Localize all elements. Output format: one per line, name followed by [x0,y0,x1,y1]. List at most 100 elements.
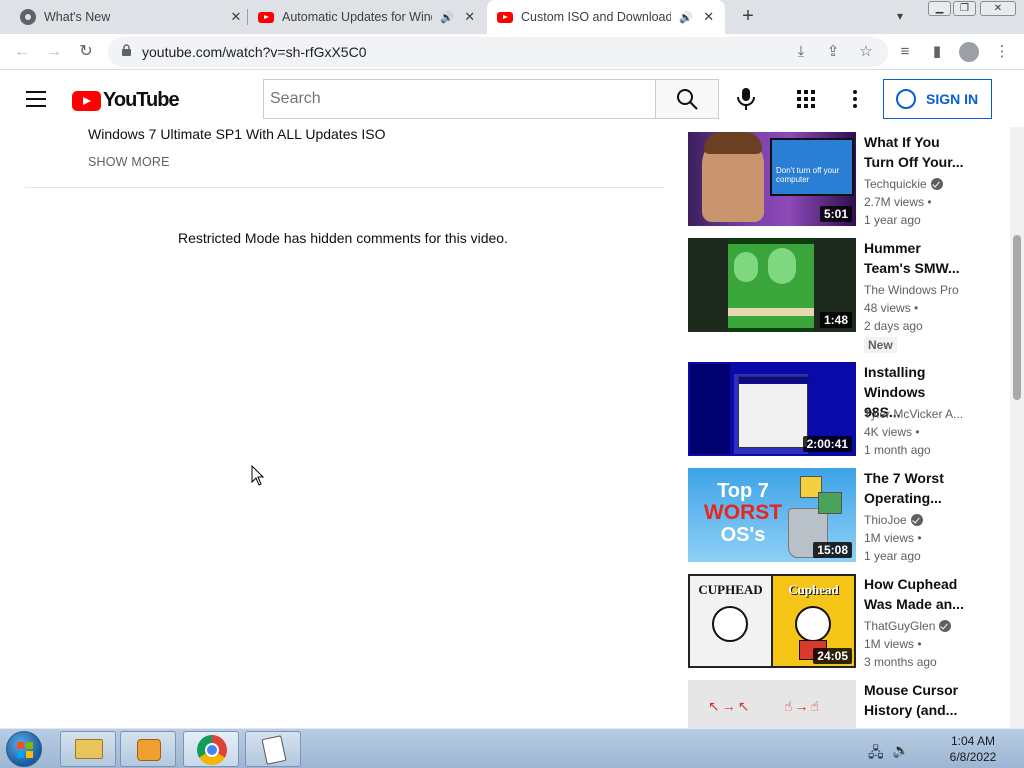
taskbar-media-player[interactable] [120,731,176,767]
taskbar-chrome[interactable] [183,731,239,767]
channel-name[interactable]: ThatGuyGlen [864,619,964,633]
mouse-cursor-icon [251,465,265,486]
settings-menu-icon[interactable] [853,90,857,108]
video-thumbnail[interactable]: 1:48 [688,238,856,332]
new-tab-button[interactable]: + [738,6,758,26]
taskbar-explorer[interactable] [60,731,116,767]
video-duration: 15:08 [813,542,852,558]
search-input[interactable] [263,79,656,119]
upload-age: 1 year ago [864,549,921,563]
thumbnail-panel [688,238,728,332]
thumbnail-setup-window [738,376,809,448]
channel-name[interactable]: ThioJoe [864,513,964,527]
channel-name[interactable]: Techquickie [864,177,964,191]
tab-label: What's New [44,10,111,24]
tab-automatic-updates[interactable]: Automatic Updates for Wind 🔊 ✕ [248,0,486,34]
card-icon [261,735,287,765]
video-title[interactable]: What If You Turn Off Your... [864,132,964,172]
thumbnail-text-block: Top 7 WORST OS's [698,480,788,546]
speaker-icon[interactable]: 🔊 [679,11,693,24]
video-thumbnail[interactable]: Top 7 WORST OS's 15:08 [688,468,856,562]
tab-custom-iso[interactable]: Custom ISO and Download U 🔊 ✕ [487,0,725,34]
tab-search-chevron-icon[interactable]: ▾ [897,9,903,23]
upload-age: 1 year ago [864,213,921,227]
speaker-icon[interactable]: 🔊 [440,11,454,24]
windows-logo-icon [17,742,33,758]
video-duration: 24:05 [813,648,852,664]
video-thumbnail[interactable]: 2:00:41 [688,362,856,456]
recommendation-item[interactable]: 2:00:41 Installing Windows 98S... Tyler … [688,362,968,462]
recommendation-item[interactable]: ↖→↖ ☝→☝ Mouse Cursor History (and... [688,680,968,728]
divider [25,187,665,188]
scrollbar-thumb[interactable] [1013,235,1021,400]
browser-tab-strip: What's New ✕ Automatic Updates for Wind … [0,0,1024,34]
folder-icon [75,739,103,759]
bookmark-star-icon[interactable]: ☆ [857,43,875,61]
close-icon[interactable]: ✕ [701,9,717,25]
start-button[interactable] [6,731,42,767]
video-title[interactable]: Mouse Cursor History (and... [864,680,964,720]
taskbar-solitaire[interactable] [245,731,301,767]
youtube-logo[interactable]: YouTube [72,89,180,112]
channel-label: Techquickie [864,177,927,191]
recommendation-item[interactable]: CUPHEAD Cuphead 24:05 How Cuphead Was Ma… [688,574,968,674]
thumbnail-text: CUPHEAD [698,582,763,597]
show-more-button[interactable]: SHOW MORE [88,155,170,169]
network-icon[interactable]: 🖧 [868,742,884,766]
lock-icon[interactable] [122,44,131,56]
comments-restricted-notice: Restricted Mode has hidden comments for … [178,230,508,246]
sign-in-button[interactable]: SIGN IN [883,79,992,119]
video-title[interactable]: How Cuphead Was Made an... [864,574,964,614]
verified-icon [939,620,952,632]
video-title[interactable]: The 7 Worst Operating... [864,468,964,508]
thumbnail-cup-head [795,606,831,642]
youtube-icon [258,11,274,23]
close-icon[interactable]: ✕ [228,9,244,25]
recommendation-item[interactable]: Don't turn off your computer 5:01 What I… [688,132,968,232]
video-thumbnail[interactable]: CUPHEAD Cuphead 24:05 [688,574,856,668]
search-button[interactable] [655,79,719,119]
share-icon[interactable]: ⇪ [824,43,842,61]
thumbnail-text: OS's [720,524,766,546]
forward-icon[interactable]: → [44,42,64,62]
side-panel-icon[interactable]: ▮ [928,43,946,61]
video-title[interactable]: Hummer Team's SMW... [864,238,964,278]
youtube-play-icon [72,90,101,111]
channel-name[interactable]: Tyler McVicker A... [864,407,964,421]
chrome-icon [197,735,227,765]
channel-label: The Windows Pro [864,283,959,297]
system-clock[interactable]: 1:04 AM 6/8/2022 [940,733,1006,765]
minimize-button[interactable]: ▁ [928,1,951,16]
profile-icon[interactable] [959,42,979,62]
apps-grid-icon[interactable] [797,90,815,108]
thumbnail-sidebar [690,364,730,454]
thumbnail-bush [768,248,796,284]
channel-label: ThioJoe [864,513,907,527]
youtube-icon [497,11,513,23]
tab-whats-new[interactable]: What's New ✕ [8,0,246,34]
tab-label: Automatic Updates for Wind [282,10,432,24]
recommendation-item[interactable]: Top 7 WORST OS's 15:08 The 7 Worst Opera… [688,468,968,568]
chrome-menu-icon[interactable]: ⋮ [993,43,1011,61]
channel-name[interactable]: The Windows Pro [864,283,964,297]
microphone-icon[interactable] [736,88,756,110]
video-duration: 5:01 [819,206,852,222]
volume-icon[interactable]: 🔊 [892,742,909,759]
close-icon[interactable]: ✕ [462,9,478,25]
close-window-button[interactable]: ✕ [980,1,1016,16]
back-icon[interactable]: ← [12,42,32,62]
video-thumbnail[interactable]: Don't turn off your computer 5:01 [688,132,856,226]
media-control-icon[interactable]: ≡ [896,43,914,61]
hamburger-menu-icon[interactable] [26,91,46,107]
video-thumbnail[interactable]: ↖→↖ ☝→☝ [688,680,856,728]
sign-in-label: SIGN IN [926,91,979,107]
url-text[interactable]: youtube.com/watch?v=sh-rfGxX5C0 [142,44,367,60]
channel-label: Tyler McVicker A... [864,407,964,421]
maximize-button[interactable]: ❐ [953,1,976,16]
recommendation-item[interactable]: 1:48 Hummer Team's SMW... The Windows Pr… [688,238,968,356]
reload-icon[interactable]: ↻ [76,42,96,62]
media-player-icon [137,739,161,761]
account-icon [896,89,916,109]
page-scrollbar[interactable] [1010,127,1024,728]
install-app-icon[interactable]: ⤓ [792,43,810,61]
